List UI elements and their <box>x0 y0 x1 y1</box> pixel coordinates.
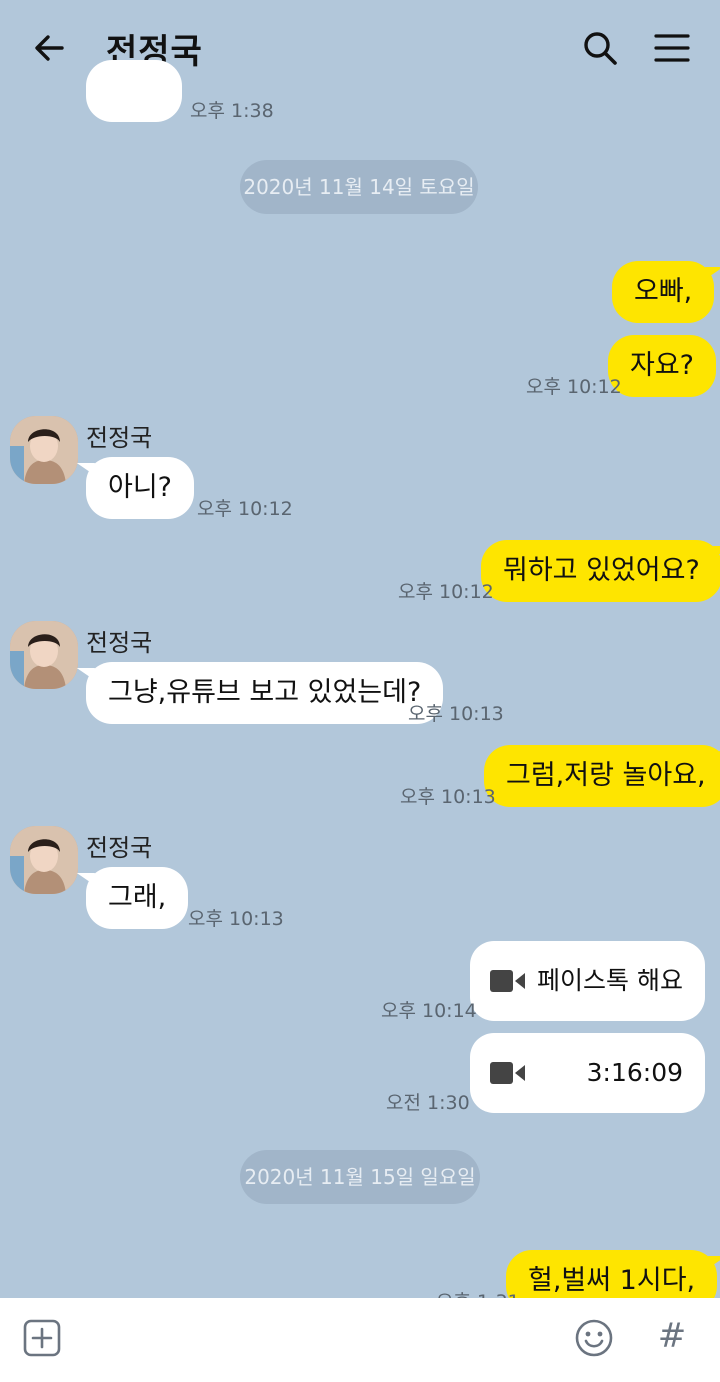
message-bubble-partial[interactable] <box>86 60 182 122</box>
back-arrow-icon[interactable] <box>28 26 72 70</box>
sender-name: 전정국 <box>86 424 153 452</box>
message-bubble-mine[interactable]: 뭐하고 있었어요? <box>481 540 720 602</box>
message-time: 오후 10:12 <box>197 498 293 520</box>
video-camera-icon <box>490 969 526 993</box>
hamburger-menu-icon[interactable] <box>650 26 694 70</box>
hash-icon[interactable]: # <box>650 1314 694 1358</box>
message-bubble-theirs[interactable]: 아니? <box>86 457 195 519</box>
profile-avatar[interactable] <box>10 621 78 689</box>
message-bubble-mine[interactable]: 그럼,저랑 놀아요, <box>484 745 720 807</box>
profile-avatar[interactable] <box>10 416 78 484</box>
message-time: 오후 10:13 <box>400 786 496 808</box>
facetalk-call-card[interactable]: 페이스톡 해요 <box>470 941 705 1021</box>
plus-icon[interactable] <box>22 1318 62 1358</box>
facetalk-call-card[interactable]: 3:16:09 <box>470 1033 705 1113</box>
smiley-icon[interactable] <box>574 1318 614 1358</box>
message-bubble-mine[interactable]: 오빠, <box>612 261 715 323</box>
message-bubble-mine[interactable]: 자요? <box>608 335 717 397</box>
message-time: 오후 10:13 <box>188 908 284 930</box>
date-divider: 2020년 11월 15일 일요일 <box>240 1150 480 1204</box>
message-time: 오후 10:12 <box>398 581 494 603</box>
profile-avatar[interactable] <box>10 826 78 894</box>
call-duration: 3:16:09 <box>586 1058 683 1087</box>
video-camera-icon <box>490 1061 526 1085</box>
message-time: 오후 10:12 <box>526 376 622 398</box>
sender-name: 전정국 <box>86 629 153 657</box>
call-label: 페이스톡 해요 <box>537 966 683 995</box>
message-time: 오후 10:14 <box>381 1000 477 1022</box>
message-bubble-theirs[interactable]: 그냥,유튜브 보고 있었는데? <box>86 662 444 724</box>
message-time: 오후 1:38 <box>190 100 274 122</box>
sender-name: 전정국 <box>86 834 153 862</box>
message-time: 오전 1:30 <box>386 1092 470 1114</box>
message-time: 오후 10:13 <box>408 703 504 725</box>
message-bubble-theirs[interactable]: 그래, <box>86 867 189 929</box>
message-input-bar: # <box>0 1298 720 1382</box>
search-icon[interactable] <box>578 26 622 70</box>
date-divider: 2020년 11월 14일 토요일 <box>240 160 478 214</box>
